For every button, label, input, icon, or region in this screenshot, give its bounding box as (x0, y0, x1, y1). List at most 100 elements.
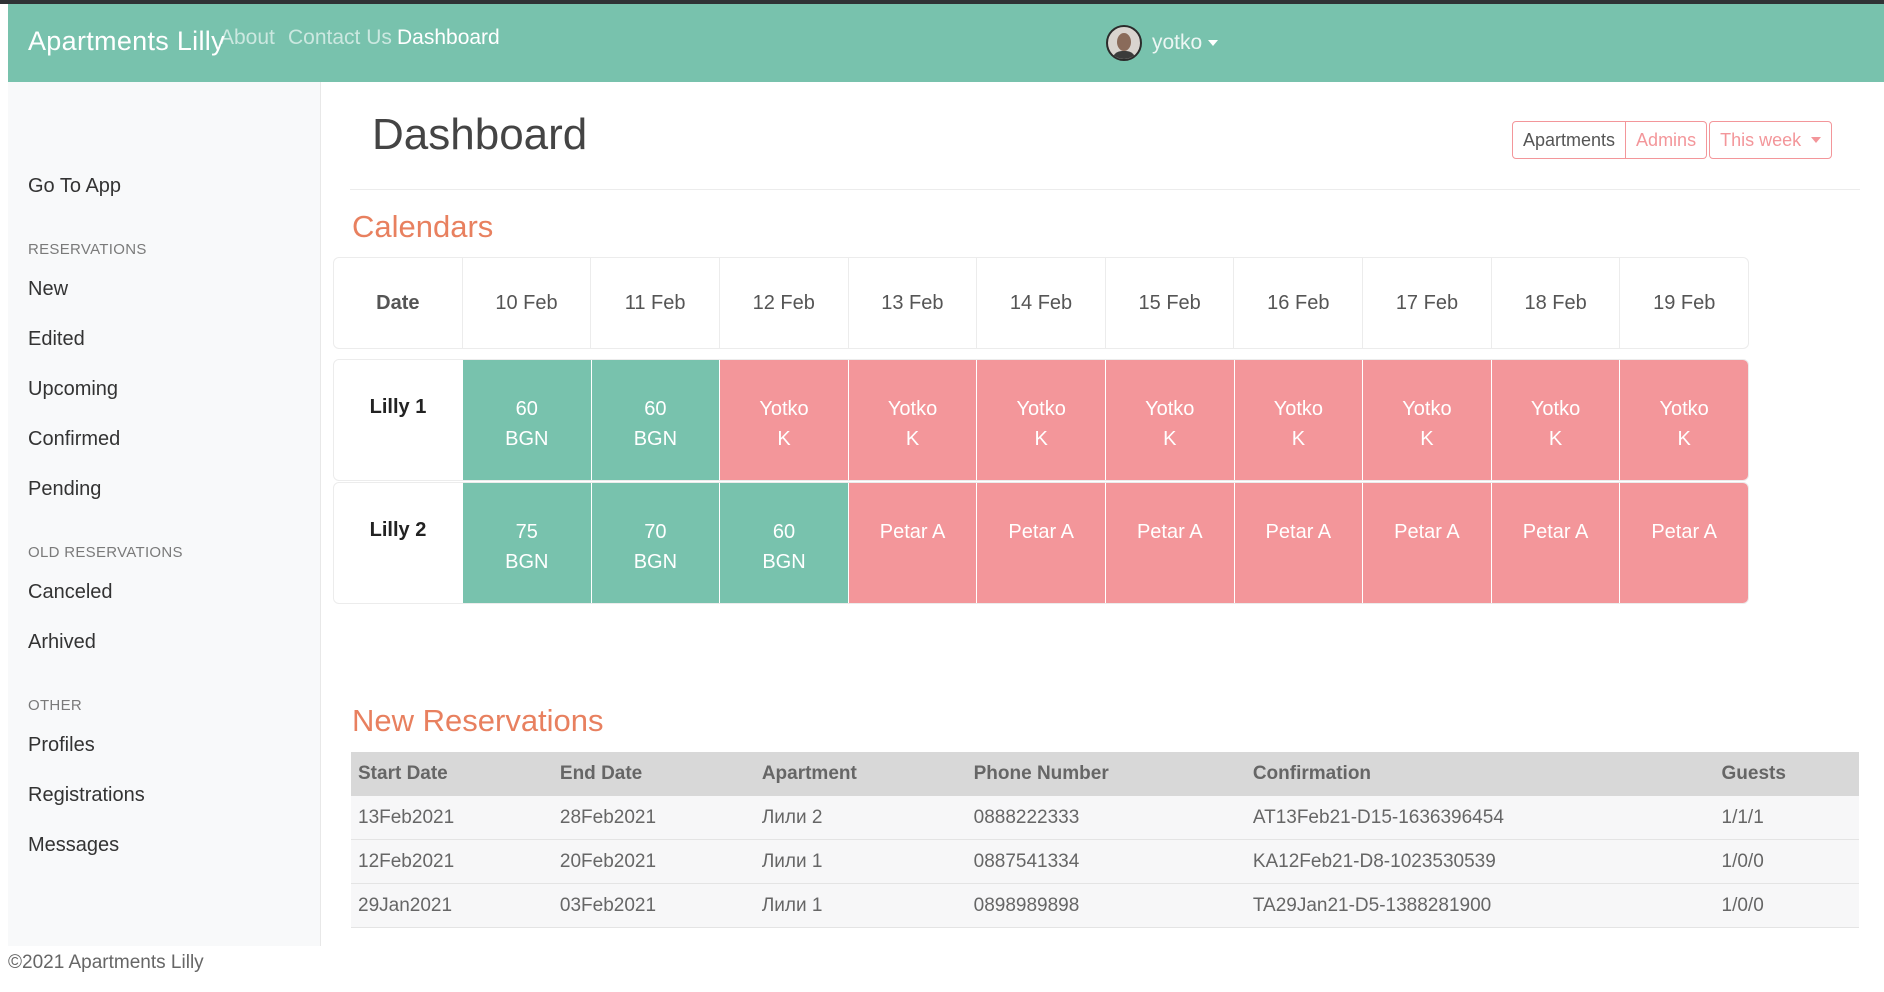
table-cell: Лили 2 (754, 796, 967, 840)
column-header[interactable]: Start Date (351, 752, 553, 796)
calendar-date-5: 14 Feb (976, 258, 1105, 348)
table-cell: KA12Feb21-D8-1023530539 (1245, 839, 1715, 884)
table-row[interactable]: 13Feb2021 28Feb2021 Лили 2 0888222333 AT13Fe… (351, 796, 1859, 840)
calendar-cell-line1: Yotko (1402, 398, 1452, 420)
calendar-apartment-label: Lilly 2 (369, 519, 427, 541)
calendar-cell-line2: K (1291, 428, 1306, 450)
calendar-day-cell[interactable]: Yotko K (1233, 360, 1363, 480)
calendar-date-3: 12 Feb (718, 258, 848, 348)
apartments-button[interactable]: Apartments (1512, 121, 1627, 159)
calendar-day-cell[interactable]: Yotko K (847, 360, 977, 480)
chevron-down-icon (1811, 137, 1822, 143)
calendar-day-cell[interactable]: 70 BGN (590, 483, 720, 603)
calendar-day-cell[interactable]: Yotko K (1104, 360, 1234, 480)
calendar-date-4: 13 Feb (847, 258, 977, 348)
nav-dashboard-link[interactable]: Dashboard (397, 26, 500, 50)
calendar-cell-line1: Yotko (1659, 398, 1709, 420)
calendar-cell-line1: Yotko (1530, 398, 1581, 420)
calendar-cell-line1: 60 (772, 521, 796, 543)
filter-button-group: Apartments Admins This week (1512, 121, 1833, 159)
table-cell: 20Feb2021 (552, 839, 755, 884)
nav-about-link[interactable]: About (220, 26, 275, 50)
table-row[interactable]: 29Jan2021 03Feb2021 Лили 1 0898989898 TA29Ja… (351, 883, 1859, 928)
reservations-table: Start Date End Date Apartment Phone Number C… (351, 752, 1859, 928)
period-dropdown[interactable]: This week (1709, 121, 1833, 159)
calendar-cell-line2: K (905, 428, 920, 450)
column-header[interactable]: Guests (1714, 752, 1859, 796)
calendar-cell-line1: 75 (515, 521, 538, 543)
table-cell: 0887541334 (966, 839, 1246, 884)
calendar-cell-line2: K (777, 428, 791, 450)
top-navbar: Apartments Lilly About Contact Us Dashbo… (8, 4, 1884, 82)
calendar-cell-line1: Yotko (1145, 398, 1195, 420)
calendar-day-cell[interactable]: 60 BGN (462, 360, 591, 480)
calendar-day-cell[interactable]: 60 BGN (590, 360, 720, 480)
title-divider (350, 189, 1860, 190)
calendar-date-7: 16 Feb (1233, 258, 1362, 348)
sidebar-item-messages[interactable]: Messages (28, 834, 119, 857)
calendar-day-cell[interactable]: Petar A (1233, 483, 1363, 603)
column-header[interactable]: Phone Number (966, 752, 1246, 796)
calendar-cell-line1: Petar A (1265, 521, 1332, 543)
sidebar-item-registrations[interactable]: Registrations (28, 784, 145, 807)
calendar-cell-line1: 60 (644, 398, 667, 420)
table-cell: 0888222333 (966, 796, 1246, 840)
sidebar-item-new[interactable]: New (28, 278, 68, 301)
calendar-cell-line1: Petar A (1522, 521, 1589, 543)
calendar-day-cell[interactable]: Petar A (847, 483, 977, 603)
page-title: Dashboard (372, 110, 588, 159)
brand-link[interactable]: Apartments Lilly (28, 26, 225, 57)
calendar-day-cell[interactable]: Yotko K (976, 360, 1105, 480)
calendar-cell-line1: Yotko (759, 398, 809, 420)
user-menu-toggle[interactable]: yotko (1106, 23, 1219, 63)
sidebar-item-edited[interactable]: Edited (28, 328, 85, 351)
table-row[interactable]: 12Feb2021 20Feb2021 Лили 1 0887541334 KA12Fe… (351, 839, 1859, 884)
nav-contact-link[interactable]: Contact Us (288, 26, 392, 50)
table-cell: 1/0/0 (1714, 883, 1859, 928)
avatar (1106, 25, 1142, 61)
sidebar-heading-reservations: RESERVATIONS (28, 241, 147, 258)
sidebar-item-archived[interactable]: Arhived (28, 631, 96, 654)
calendar-day-cell[interactable]: Petar A (1619, 483, 1748, 603)
calendar-cell-line1: Yotko (1016, 398, 1066, 420)
calendar-day-cell[interactable]: Petar A (976, 483, 1105, 603)
calendar-date-8: 17 Feb (1362, 258, 1491, 348)
sidebar: Go To App RESERVATIONS New Edited Upcomi… (8, 82, 321, 946)
username: yotko (1152, 31, 1203, 54)
table-cell: 1/0/0 (1714, 839, 1859, 884)
calendar-row-lilly-2: Lilly 2 75 BGN 70 BGN 60 BGN Petar A Petar A Peta… (333, 482, 1749, 604)
column-header[interactable]: Confirmation (1245, 752, 1715, 796)
calendar-cell-line2: BGN (633, 428, 678, 450)
calendar-cell-line1: 60 (515, 398, 538, 420)
calendar-day-cell[interactable]: 75 BGN (462, 483, 591, 603)
calendar-day-cell[interactable]: Petar A (1104, 483, 1234, 603)
calendar-day-cell[interactable]: Petar A (1362, 483, 1491, 603)
calendar-cell-line1: Yotko (1273, 398, 1324, 420)
calendar-cell-line2: K (1548, 428, 1563, 450)
calendar-day-cell[interactable]: Yotko K (719, 360, 848, 480)
column-header[interactable]: Apartment (754, 752, 967, 796)
calendar-apartment-label: Lilly 1 (369, 396, 427, 418)
admins-button[interactable]: Admins (1626, 121, 1708, 159)
calendar-day-cell[interactable]: Petar A (1490, 483, 1620, 603)
table-cell: TA29Jan21-D5-1388281900 (1245, 883, 1715, 928)
calendar-cell-line1: Yotko (887, 398, 938, 420)
sidebar-item-canceled[interactable]: Canceled (28, 581, 113, 604)
calendar-day-cell[interactable]: Yotko K (1619, 360, 1748, 480)
table-header-row: Start Date End Date Apartment Phone Number C… (351, 752, 1859, 796)
new-reservations-heading: New Reservations (352, 703, 604, 738)
table-cell: 28Feb2021 (552, 796, 755, 840)
column-header[interactable]: End Date (552, 752, 755, 796)
calendar-date-1: 10 Feb (461, 258, 591, 348)
calendar-date-2: 11 Feb (590, 258, 719, 348)
sidebar-item-pending[interactable]: Pending (28, 478, 101, 501)
sidebar-heading-other: OTHER (28, 697, 82, 714)
calendar-day-cell[interactable]: 60 BGN (719, 483, 848, 603)
sidebar-item-confirmed[interactable]: Confirmed (28, 428, 120, 451)
sidebar-item-go-to-app[interactable]: Go To App (28, 175, 121, 198)
calendar-day-cell[interactable]: Yotko K (1490, 360, 1620, 480)
table-cell: 29Jan2021 (351, 883, 553, 928)
sidebar-item-profiles[interactable]: Profiles (28, 734, 95, 757)
calendar-day-cell[interactable]: Yotko K (1362, 360, 1491, 480)
sidebar-item-upcoming[interactable]: Upcoming (28, 378, 118, 401)
